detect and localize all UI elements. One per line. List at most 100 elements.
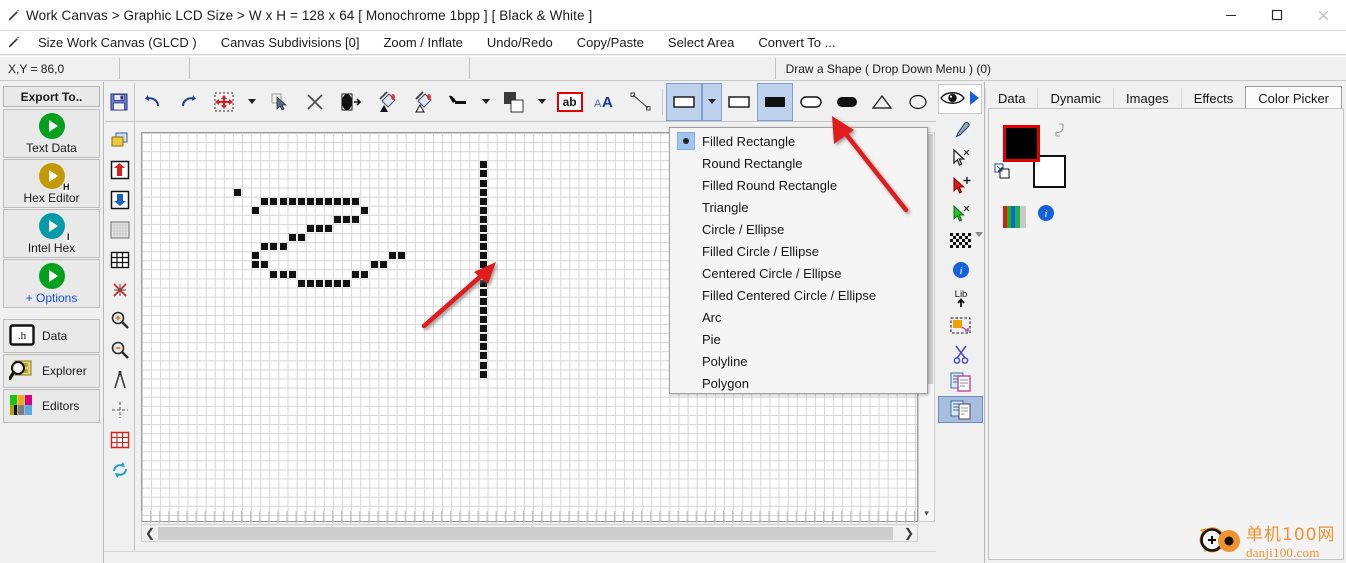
menu-select-area[interactable]: Select Area	[656, 31, 747, 55]
dropdown-item-triangle[interactable]: Triangle	[670, 196, 927, 218]
dropdown-item-circle-ellipse[interactable]: Circle / Ellipse	[670, 218, 927, 240]
dropdown-item-filled-centered-circle-ellipse[interactable]: Filled Centered Circle / Ellipse	[670, 284, 927, 306]
dropdown-item-filled-rectangle[interactable]: Filled Rectangle	[670, 130, 927, 152]
font-button[interactable]: AA	[587, 83, 623, 121]
redo-button[interactable]	[171, 83, 207, 121]
vtool-layers[interactable]	[107, 125, 133, 155]
rtool-pointer-remove[interactable]	[938, 200, 983, 227]
tab-color-picker[interactable]: Color Picker	[1245, 86, 1342, 109]
menu-zoom-inflate[interactable]: Zoom / Inflate	[371, 31, 474, 55]
hscroll-right-arrow[interactable]: ❯	[901, 526, 917, 540]
export-options[interactable]: + Options	[3, 259, 100, 308]
menu-undo-redo[interactable]: Undo/Redo	[475, 31, 565, 55]
rtool-library[interactable]: Lib	[938, 284, 983, 311]
dropdown-item-round-rectangle[interactable]: Round Rectangle	[670, 152, 927, 174]
export-hex-editor[interactable]: H Hex Editor	[3, 159, 100, 208]
round-rectangle-button[interactable]	[793, 83, 829, 121]
dropdown-item-pie[interactable]: Pie	[670, 328, 927, 350]
rtool-eyedropper[interactable]	[938, 116, 983, 143]
filled-rectangle-button[interactable]	[757, 82, 794, 121]
tab-data[interactable]: Data	[985, 88, 1037, 109]
vtool-compass[interactable]	[107, 365, 133, 395]
move-dropdown-button[interactable]	[242, 83, 262, 121]
vtool-grid-off[interactable]	[107, 275, 133, 305]
reset-colors-icon[interactable]	[994, 163, 1012, 184]
fill-white-button[interactable]	[405, 83, 441, 121]
rtool-cut[interactable]	[938, 340, 983, 367]
vtool-crosshair[interactable]	[107, 395, 133, 425]
chevron-down-icon[interactable]	[975, 232, 983, 251]
color-swatch-button[interactable]	[496, 83, 532, 121]
dropdown-item-polygon[interactable]: Polygon	[670, 372, 927, 394]
dropdown-item-centered-circle-ellipse[interactable]: Centered Circle / Ellipse	[670, 262, 927, 284]
rtool-select-region[interactable]	[938, 312, 983, 339]
rtool-checker-pattern[interactable]	[938, 228, 983, 255]
canvas-pixel	[479, 279, 487, 287]
export-intel-hex[interactable]: I Intel Hex	[3, 209, 100, 258]
line-button[interactable]	[623, 83, 659, 121]
circle-button[interactable]	[900, 83, 936, 121]
clear-button[interactable]	[298, 83, 334, 121]
canvas-pixel	[334, 215, 342, 223]
canvas-pixel	[379, 261, 387, 269]
vtool-zoom-out[interactable]	[107, 335, 133, 365]
row-data[interactable]: .h Data	[3, 319, 100, 353]
minimize-button[interactable]	[1208, 0, 1254, 31]
vtool-zoom-in[interactable]	[107, 305, 133, 335]
vtool-export-down[interactable]	[107, 185, 133, 215]
rtool-copy[interactable]	[938, 368, 983, 395]
dropdown-item-polyline[interactable]: Polyline	[670, 350, 927, 372]
preview-eye-toggle[interactable]	[938, 84, 982, 114]
row-explorer[interactable]: Explorer	[3, 354, 100, 388]
rtool-pointer-add[interactable]	[938, 172, 983, 199]
foreground-color-swatch[interactable]	[1003, 125, 1040, 162]
rectangle-button[interactable]	[722, 83, 758, 121]
rtool-pointer-deselect[interactable]	[938, 144, 983, 171]
shape-dropdown-button[interactable]	[701, 82, 722, 121]
menu-copy-paste[interactable]: Copy/Paste	[565, 31, 656, 55]
vtool-import-up[interactable]	[107, 155, 133, 185]
menu-canvas-subdivisions[interactable]: Canvas Subdivisions [0]	[209, 31, 372, 55]
tab-effects[interactable]: Effects	[1180, 88, 1246, 109]
export-text-data[interactable]: Text Data	[3, 109, 100, 158]
maximize-button[interactable]	[1254, 0, 1300, 31]
save-button[interactable]	[105, 82, 135, 121]
menu-convert-to[interactable]: Convert To ...	[746, 31, 847, 55]
pen-dropdown-button[interactable]	[476, 83, 496, 121]
color-dropdown-button[interactable]	[532, 83, 552, 121]
triangle-button[interactable]	[864, 83, 900, 121]
draw-a-shape-dropdown[interactable]: Filled Rectangle Round Rectangle Filled …	[669, 127, 928, 394]
dropdown-item-filled-round-rectangle[interactable]: Filled Round Rectangle	[670, 174, 927, 196]
undo-button[interactable]	[135, 83, 171, 121]
vtool-red-grid[interactable]	[107, 425, 133, 455]
tab-images[interactable]: Images	[1113, 88, 1181, 109]
hscroll-thumb[interactable]	[158, 527, 893, 540]
canvas-pixel	[479, 215, 487, 223]
text-ab-button[interactable]: ab	[552, 83, 588, 121]
hscroll-left-arrow[interactable]: ❮	[142, 526, 158, 540]
canvas-horizontal-scrollbar[interactable]: ❮ ❯	[141, 524, 918, 542]
dropdown-item-arc[interactable]: Arc	[670, 306, 927, 328]
menu-size-work-canvas[interactable]: Size Work Canvas (GLCD )	[26, 31, 209, 55]
shape-button[interactable]	[665, 82, 702, 121]
dropdown-item-filled-circle-ellipse[interactable]: Filled Circle / Ellipse	[670, 240, 927, 262]
close-button[interactable]	[1300, 0, 1346, 31]
tab-dynamic[interactable]: Dynamic	[1037, 88, 1113, 109]
move-selection-button[interactable]	[206, 83, 242, 121]
fill-black-button[interactable]	[369, 83, 405, 121]
info-circle-icon[interactable]: i	[1037, 204, 1055, 225]
vtool-grid-coarse[interactable]	[107, 245, 133, 275]
vtool-refresh[interactable]	[107, 455, 133, 485]
color-bars-icon[interactable]	[1003, 206, 1026, 228]
filled-round-rectangle-button[interactable]	[829, 83, 865, 121]
vscroll-down-arrow[interactable]: ▾	[919, 506, 934, 521]
invert-button[interactable]	[333, 83, 369, 121]
pen-button[interactable]	[441, 83, 477, 121]
vtool-grid-fine[interactable]	[107, 215, 133, 245]
canvas-pixel	[388, 252, 396, 260]
rtool-info[interactable]: i	[938, 256, 983, 283]
rtool-paste[interactable]	[938, 396, 983, 423]
pointer-button[interactable]	[262, 83, 298, 121]
swap-colors-icon[interactable]	[1052, 122, 1068, 141]
row-editors[interactable]: Editors	[3, 389, 100, 423]
